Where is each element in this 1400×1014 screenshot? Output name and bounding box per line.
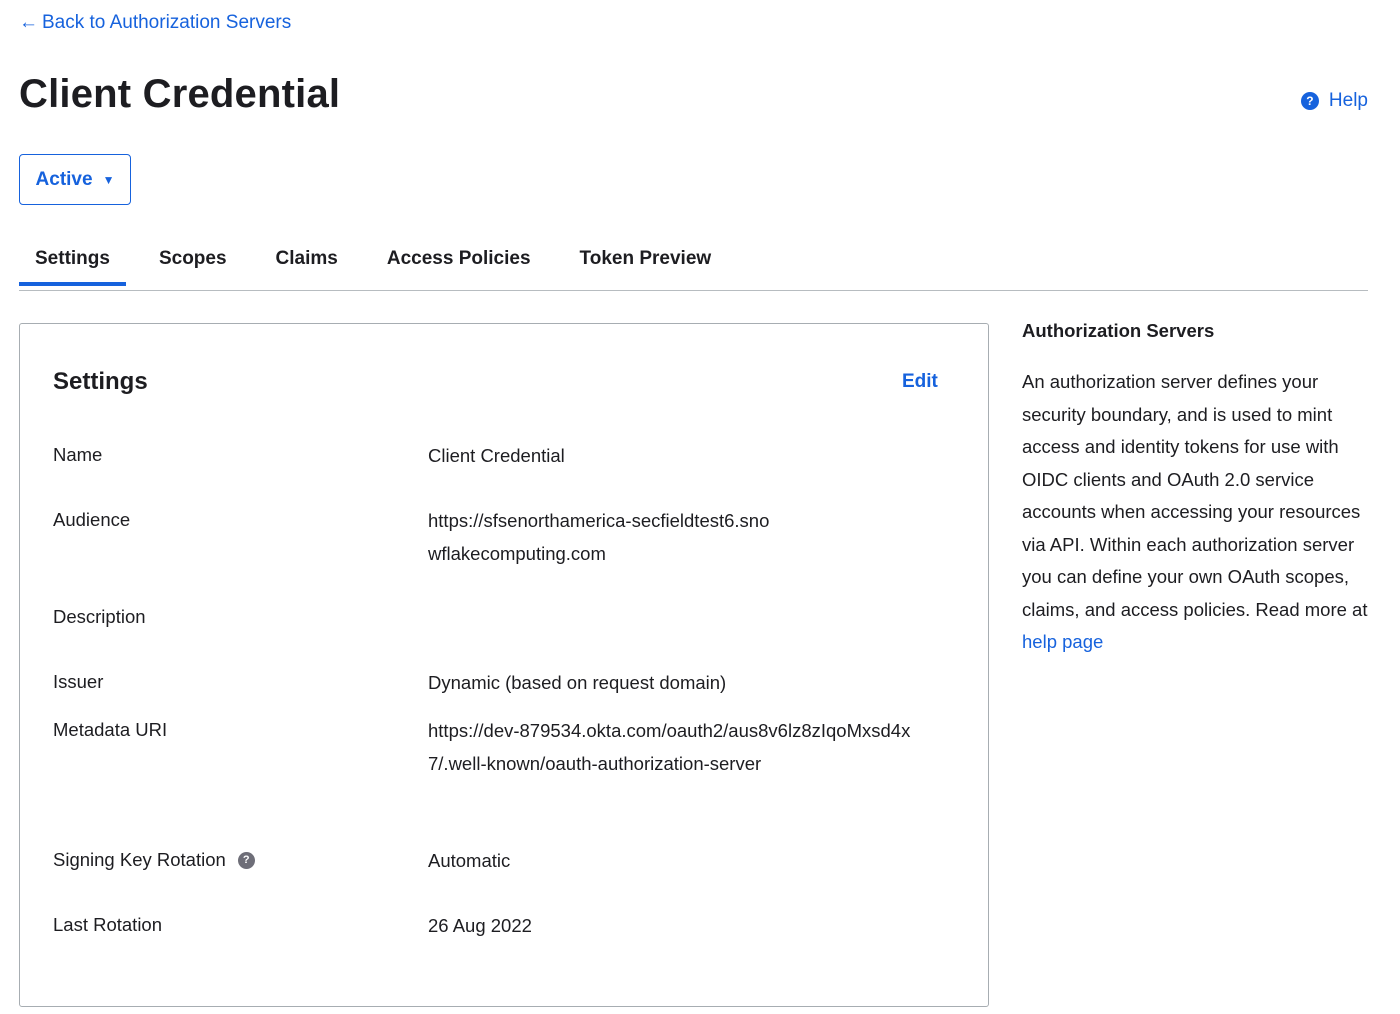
caret-down-icon: ▼ — [102, 172, 115, 187]
last-rotation-label: Last Rotation — [53, 914, 163, 935]
description-label: Description — [53, 606, 146, 627]
info-sidebar: Authorization Servers An authorization s… — [1022, 320, 1372, 659]
help-icon: ? — [1300, 92, 1319, 110]
metadata-uri-link[interactable]: https://dev-879534.okta.com/oauth2/aus8v… — [428, 715, 918, 780]
signing-key-rotation-text: Signing Key Rotation — [53, 849, 226, 870]
edit-button[interactable]: Edit — [902, 371, 938, 393]
audience-label: Audience — [53, 509, 131, 530]
help-page-link[interactable]: help page — [1022, 631, 1103, 652]
settings-card: Settings Edit Name Client Credential Aud… — [19, 323, 989, 1007]
back-link-label: Back to Authorization Servers — [42, 12, 292, 33]
help-label: Help — [1328, 90, 1368, 111]
page-title: Client Credential — [19, 72, 341, 116]
audience-value: https://sfsenorthamerica-secfieldtest6.s… — [428, 510, 770, 564]
tab-scopes[interactable]: Scopes — [143, 236, 243, 286]
sidebar-description-text: An authorization server defines your sec… — [1022, 371, 1368, 620]
signing-key-rotation-value: Automatic — [428, 850, 511, 871]
name-label: Name — [53, 444, 103, 465]
status-label: Active — [35, 168, 93, 190]
issuer-value: Dynamic (based on request domain) — [428, 672, 727, 693]
metadata-uri-label: Metadata URI — [53, 719, 168, 740]
tab-access-policies[interactable]: Access Policies — [371, 236, 547, 286]
last-rotation-value: 26 Aug 2022 — [428, 915, 532, 936]
settings-card-title: Settings — [53, 368, 148, 395]
sidebar-title: Authorization Servers — [1022, 320, 1215, 341]
issuer-label: Issuer — [53, 671, 104, 692]
tab-bar: Settings Scopes Claims Access Policies T… — [19, 236, 1368, 291]
help-link[interactable]: ? Help — [1300, 90, 1368, 112]
signing-key-rotation-label: Signing Key Rotation ? — [53, 849, 255, 871]
tab-token-preview[interactable]: Token Preview — [564, 236, 728, 286]
back-to-authorization-servers-link[interactable]: ← Back to Authorization Servers — [19, 12, 291, 34]
arrow-left-icon: ← — [19, 12, 38, 33]
question-mark-icon[interactable]: ? — [237, 851, 255, 869]
name-value: Client Credential — [428, 445, 565, 466]
status-dropdown-button[interactable]: Active ▼ — [19, 154, 131, 205]
tab-claims[interactable]: Claims — [260, 236, 354, 286]
sidebar-description: An authorization server defines your sec… — [1022, 366, 1372, 659]
tab-settings[interactable]: Settings — [19, 236, 126, 286]
